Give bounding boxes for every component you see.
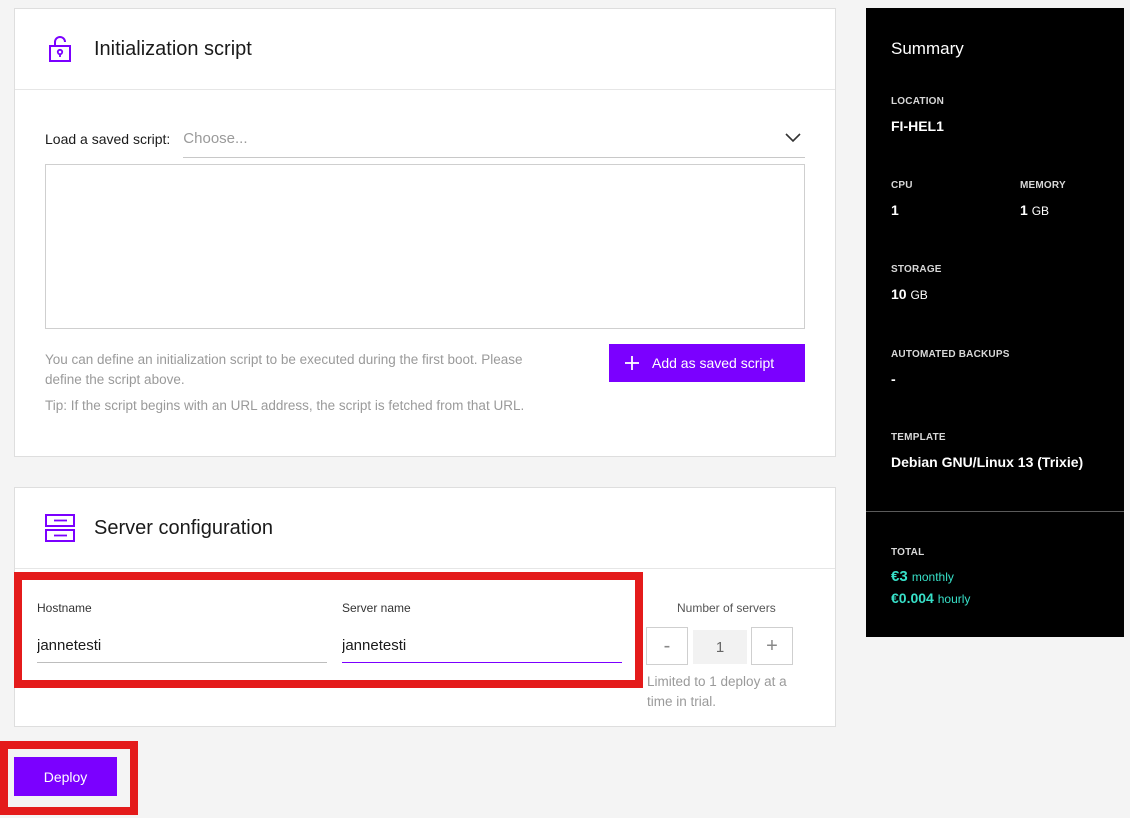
memory-label: MEMORY bbox=[1020, 180, 1066, 191]
template-value: Debian GNU/Linux 13 (Trixie) bbox=[891, 454, 1084, 470]
summary-panel: Summary LOCATION FI-HEL1 CPU 1 MEMORY 1 … bbox=[866, 8, 1124, 637]
memory-unit: GB bbox=[1031, 204, 1050, 218]
decrement-servers-button[interactable]: - bbox=[646, 627, 688, 665]
memory-value: 1 bbox=[1020, 202, 1028, 218]
server-config-title: Server configuration bbox=[94, 516, 273, 539]
script-textarea[interactable] bbox=[45, 164, 805, 329]
monthly-unit: monthly bbox=[911, 570, 954, 584]
hostname-label: Hostname bbox=[37, 601, 92, 615]
server-config-card: Server configuration Hostname Server nam… bbox=[14, 487, 836, 727]
storage-value: 10 bbox=[891, 286, 907, 302]
location-value: FI-HEL1 bbox=[891, 118, 944, 134]
script-tip-text: Tip: If the script begins with an URL ad… bbox=[45, 398, 525, 413]
add-saved-script-label: Add as saved script bbox=[652, 355, 775, 371]
total-label: TOTAL bbox=[891, 547, 925, 558]
server-name-input[interactable] bbox=[342, 629, 622, 663]
plus-icon bbox=[625, 356, 639, 370]
cpu-label: CPU bbox=[891, 180, 913, 191]
monthly-price-group: €3 monthly bbox=[891, 568, 954, 585]
server-icon bbox=[45, 513, 75, 543]
backups-label: AUTOMATED BACKUPS bbox=[891, 349, 1010, 360]
saved-script-select[interactable]: Choose... bbox=[183, 120, 805, 158]
unlock-icon bbox=[45, 34, 75, 64]
summary-title: Summary bbox=[891, 39, 964, 58]
monthly-price: €3 bbox=[891, 568, 908, 585]
backups-value: - bbox=[891, 371, 896, 387]
hourly-price: €0.004 bbox=[891, 590, 934, 606]
chevron-down-icon bbox=[785, 130, 801, 148]
deploy-limit-note: Limited to 1 deploy at a time in trial. bbox=[647, 674, 787, 709]
server-name-label: Server name bbox=[342, 601, 411, 615]
storage-unit: GB bbox=[910, 288, 928, 302]
init-script-card: Initialization script Load a saved scrip… bbox=[14, 8, 836, 457]
init-script-title: Initialization script bbox=[94, 37, 252, 60]
increment-servers-button[interactable]: + bbox=[751, 627, 793, 665]
load-saved-script-row: Load a saved script: Choose... bbox=[45, 120, 805, 158]
init-script-header: Initialization script bbox=[15, 9, 835, 90]
server-config-header: Server configuration bbox=[15, 488, 835, 569]
num-servers-label: Number of servers bbox=[677, 601, 776, 615]
hourly-unit: hourly bbox=[937, 592, 971, 606]
hourly-price-group: €0.004 hourly bbox=[891, 590, 970, 606]
storage-value-group: 10 GB bbox=[891, 286, 928, 302]
cpu-value: 1 bbox=[891, 202, 899, 218]
hostname-input[interactable] bbox=[37, 629, 327, 663]
memory-value-group: 1 GB bbox=[1020, 202, 1049, 218]
num-servers-value[interactable]: 1 bbox=[693, 630, 747, 664]
deploy-button[interactable]: Deploy bbox=[14, 757, 117, 796]
saved-script-select-placeholder: Choose... bbox=[183, 130, 248, 147]
summary-divider bbox=[866, 511, 1124, 512]
add-saved-script-button[interactable]: Add as saved script bbox=[609, 344, 805, 382]
script-help-text: You can define an initialization script … bbox=[45, 352, 523, 387]
storage-label: STORAGE bbox=[891, 264, 942, 275]
location-label: LOCATION bbox=[891, 96, 945, 107]
template-label: TEMPLATE bbox=[891, 432, 946, 443]
load-saved-script-label: Load a saved script: bbox=[45, 131, 171, 147]
